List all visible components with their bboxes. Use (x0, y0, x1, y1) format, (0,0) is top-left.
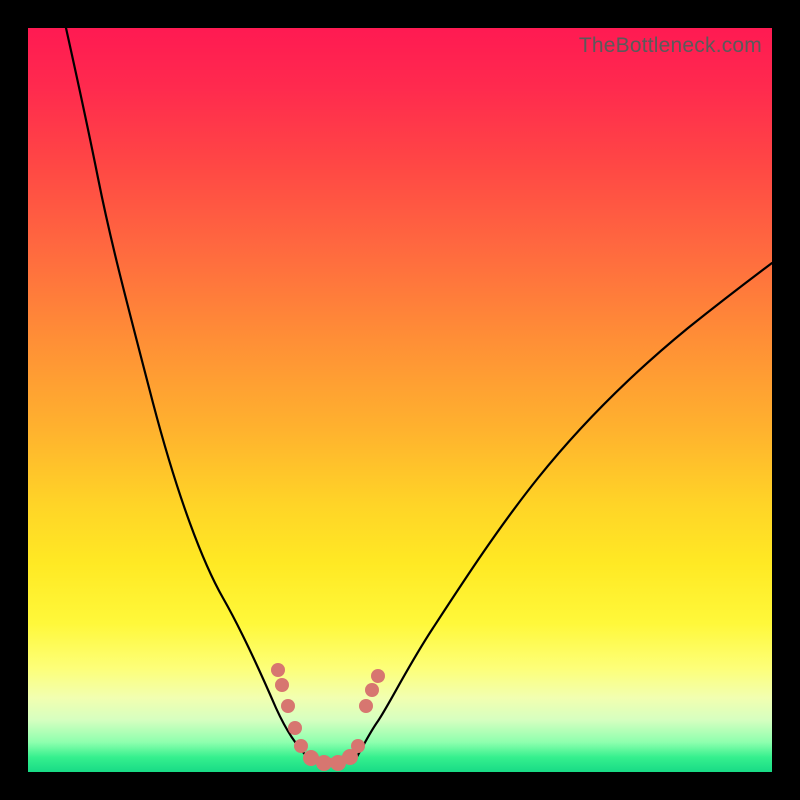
left-curve (66, 28, 313, 763)
highlight-dots (271, 663, 385, 735)
chart-frame: TheBottleneck.com (0, 0, 800, 800)
curve-layer (28, 28, 772, 772)
right-curve (353, 263, 772, 763)
plot-area: TheBottleneck.com (28, 28, 772, 772)
trough-blob (294, 739, 365, 771)
